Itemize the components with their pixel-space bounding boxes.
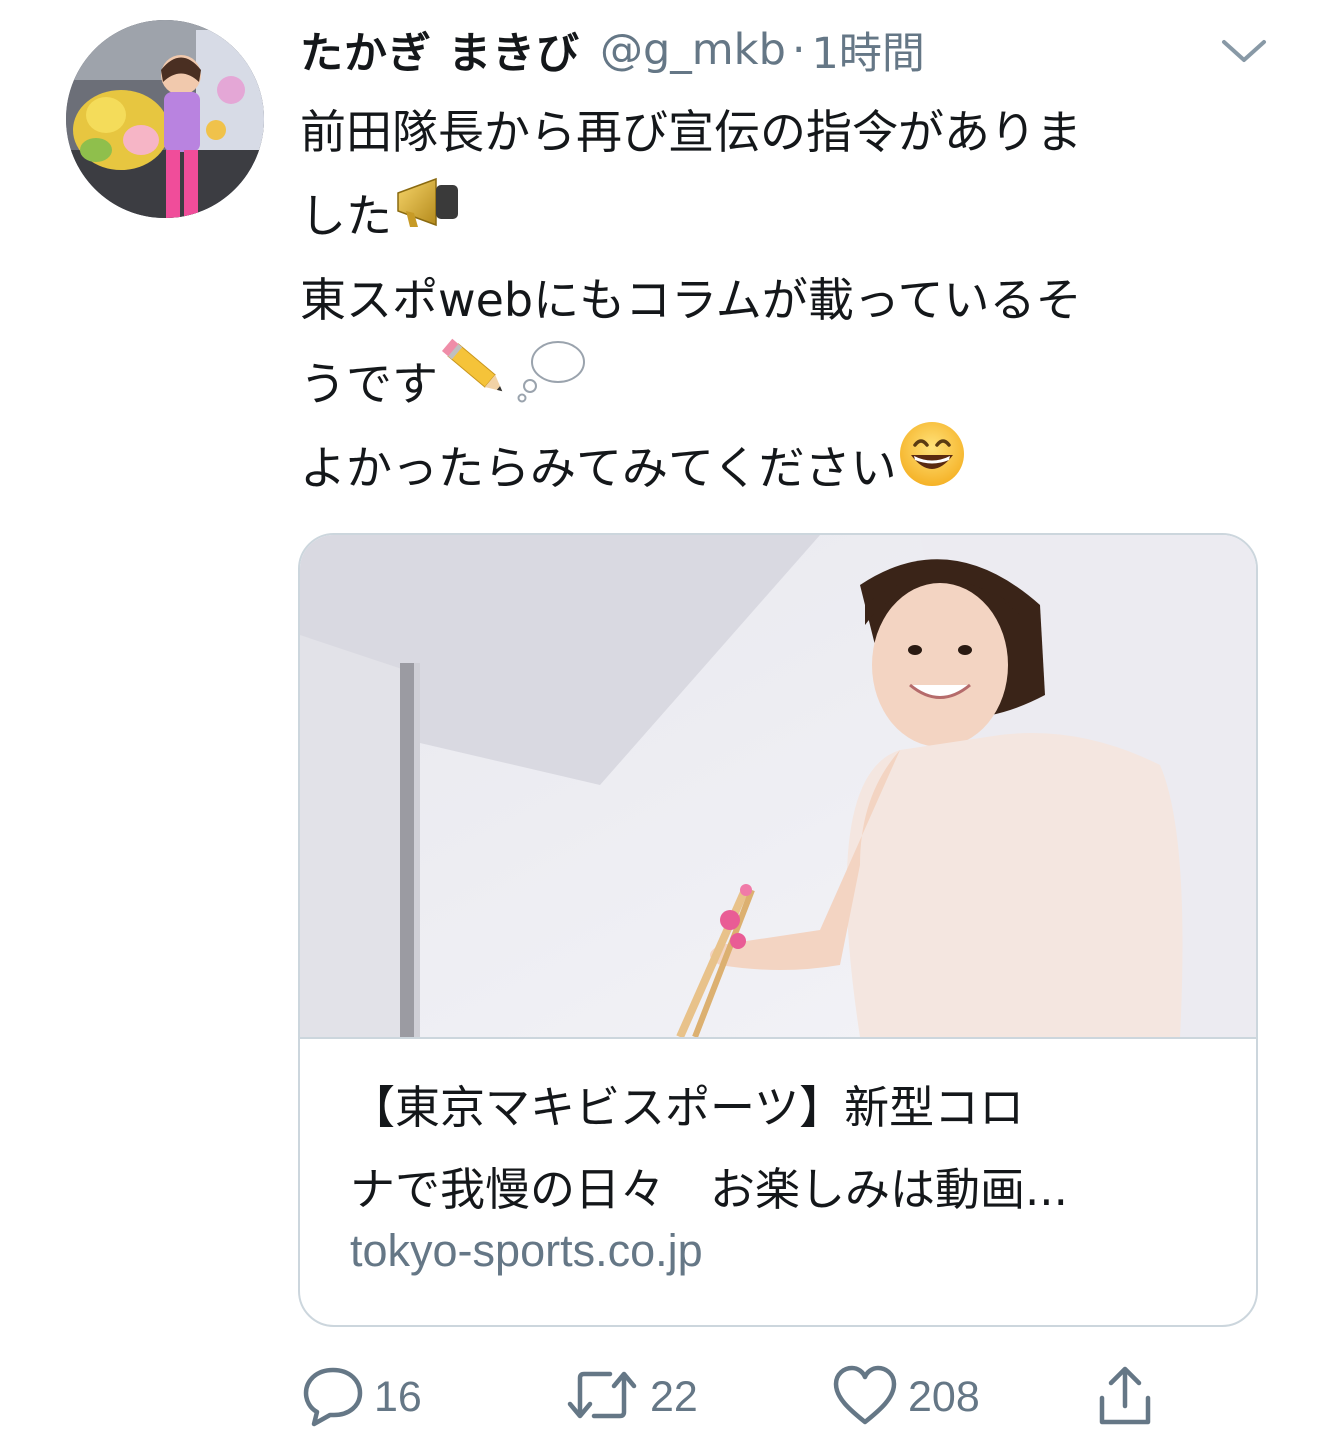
link-card-image[interactable]	[300, 535, 1256, 1039]
display-name[interactable]: たかぎ まきび	[300, 19, 580, 81]
tweet[interactable]: たかぎ まきび @g_mkb · 1時間 前田隊長から再び宣伝の指令がありま し…	[0, 0, 1322, 1448]
share-button[interactable]	[1092, 1362, 1158, 1432]
pencil-emoji	[438, 336, 516, 430]
reply-count: 16	[374, 1372, 422, 1421]
tweet-text-line: うです	[300, 338, 1260, 426]
megaphone-emoji	[392, 171, 466, 259]
reply-button[interactable]: 16	[300, 1362, 422, 1432]
retweet-button[interactable]: 22	[562, 1362, 698, 1432]
tweet-text-line: よかったらみてみてください	[300, 421, 1260, 510]
like-count: 208	[908, 1372, 980, 1421]
tweet-text-line: 前田隊長から再び宣伝の指令がありま	[300, 105, 1082, 159]
tweet-text-fragment: した	[300, 189, 392, 243]
link-card-title-line: 【東京マキビスポーツ】新型コロ	[350, 1081, 1025, 1134]
tweet-text-line: した	[300, 174, 1260, 258]
link-card-title-line: ナで我慢の日々 お楽しみは動画...	[350, 1163, 1068, 1216]
chevron-down-icon[interactable]	[1216, 30, 1272, 70]
link-card-domain: tokyo-sports.co.jp	[350, 1225, 703, 1276]
tweet-text-fragment: うです	[300, 357, 438, 411]
like-button[interactable]: 208	[830, 1362, 980, 1432]
separator-dot: ·	[791, 25, 806, 75]
tweet-text-fragment: よかったらみてみてください	[300, 441, 897, 495]
retweet-count: 22	[650, 1372, 698, 1421]
user-handle[interactable]: @g_mkb	[600, 25, 786, 75]
link-card-title[interactable]: 【東京マキビスポーツ】新型コロ ナで我慢の日々 お楽しみは動画...	[350, 1067, 1220, 1231]
tweet-actions: 16 22 208	[300, 1362, 1200, 1432]
avatar[interactable]	[66, 20, 264, 218]
reply-icon	[300, 1362, 366, 1432]
link-card[interactable]: 【東京マキビスポーツ】新型コロ ナで我慢の日々 お楽しみは動画... tokyo…	[298, 533, 1258, 1327]
tweet-text: 前田隊長から再び宣伝の指令がありま した 東スポwebにもコラムが載っているそ …	[300, 90, 1260, 510]
retweet-icon	[562, 1362, 642, 1432]
share-icon	[1092, 1362, 1158, 1432]
thought-balloon-emoji	[516, 336, 590, 430]
tweet-header: たかぎ まきび @g_mkb · 1時間	[300, 18, 925, 82]
timestamp[interactable]: 1時間	[812, 19, 925, 81]
grinning-face-emoji	[897, 419, 967, 515]
heart-icon	[830, 1362, 900, 1432]
tweet-text-line: 東スポwebにもコラムが載っているそ	[300, 273, 1082, 327]
